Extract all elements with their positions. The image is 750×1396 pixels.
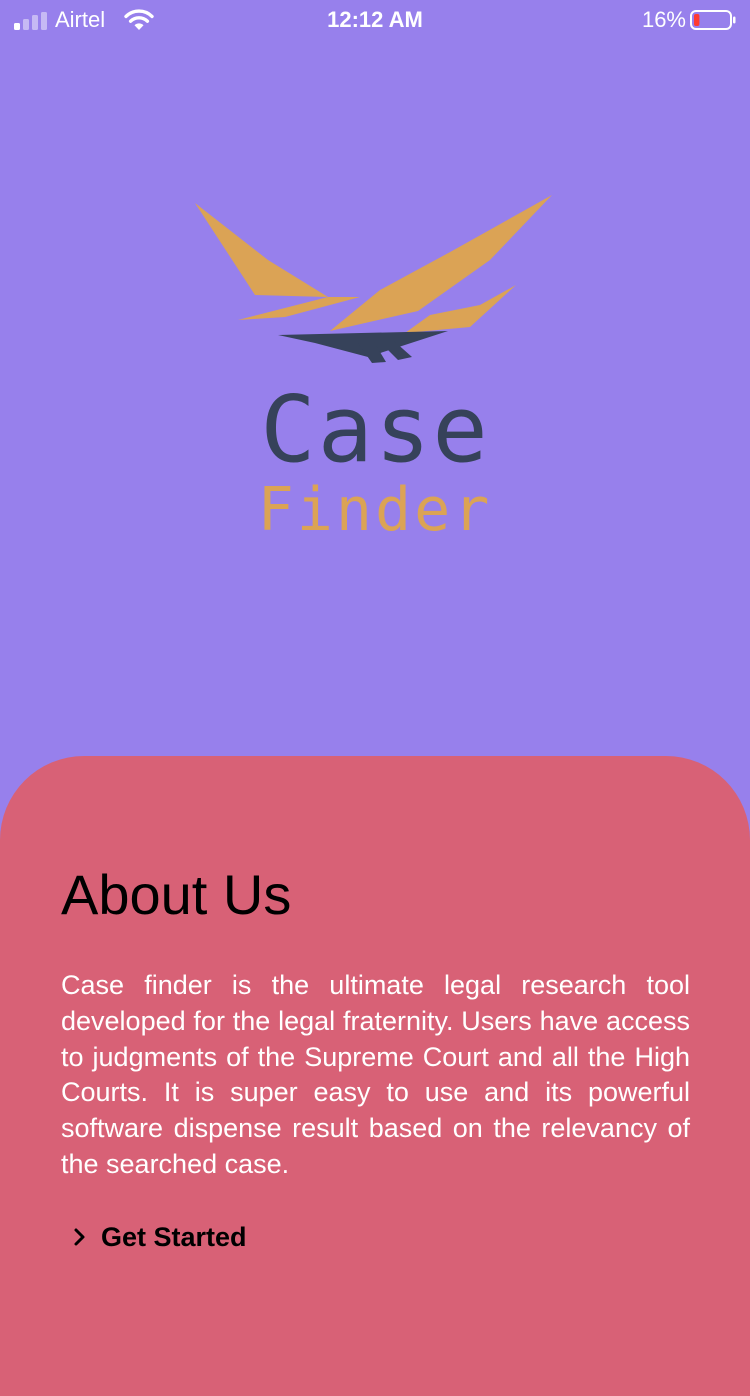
about-title: About Us bbox=[61, 863, 292, 926]
brand-name-finder: Finder bbox=[257, 475, 493, 545]
case-finder-logo bbox=[195, 195, 552, 363]
chevron-right-icon bbox=[74, 1228, 85, 1246]
brand-name-case: Case bbox=[260, 376, 490, 483]
battery-icon bbox=[690, 10, 736, 30]
status-time: 12:12 AM bbox=[327, 7, 423, 32]
battery-percentage: 16% bbox=[641, 7, 686, 32]
about-description: Case finder is the ultimate legal resear… bbox=[61, 970, 690, 1179]
get-started-button[interactable]: Get Started bbox=[70, 1217, 247, 1257]
get-started-label: Get Started bbox=[101, 1221, 247, 1252]
status-bar: Airtel 12:12 AM 16% bbox=[0, 0, 750, 40]
